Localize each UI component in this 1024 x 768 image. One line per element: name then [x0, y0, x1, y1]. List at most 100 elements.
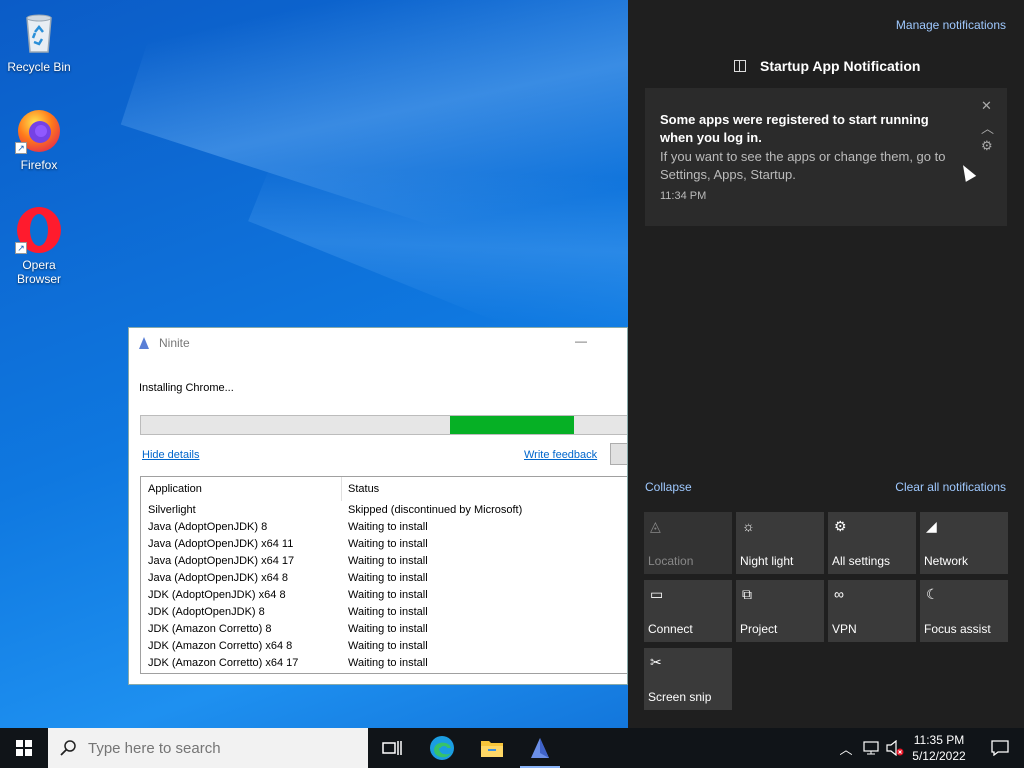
taskbar-file-explorer[interactable] [468, 728, 516, 768]
write-feedback-link[interactable]: Write feedback [524, 449, 597, 461]
quick-action-label: All settings [832, 554, 891, 568]
start-button[interactable] [0, 728, 48, 768]
clock-time: 11:35 PM [913, 733, 965, 747]
opera-icon: ↗ [15, 206, 63, 254]
notification-toast[interactable]: Some apps were registered to start runni… [645, 88, 1007, 226]
table-row[interactable]: Java (AdoptOpenJDK) 8 Waiting to install [141, 521, 627, 538]
task-view-button[interactable] [368, 728, 416, 768]
table-row[interactable]: JDK (Amazon Corretto) x64 8 Waiting to in… [141, 640, 627, 657]
edge-icon [430, 736, 454, 760]
details-table: Application Status Silverlight Skipped (d… [140, 476, 627, 674]
close-icon[interactable]: ✕ [981, 98, 992, 114]
row-application: JDK (Amazon Corretto) x64 8 [148, 640, 293, 652]
quick-action-label: Focus assist [924, 622, 991, 636]
quick-action-night-light[interactable]: ☼ Night light [736, 512, 824, 574]
quick-action-project[interactable]: ⧉ Project [736, 580, 824, 642]
desktop-icon-label: Opera Browser [16, 258, 61, 286]
table-row[interactable]: Java (AdoptOpenJDK) x64 8 Waiting to inst… [141, 572, 627, 589]
night-light-icon: ☼ [742, 518, 755, 534]
table-row[interactable]: JDK (Amazon Corretto) 8 Waiting to instal… [141, 623, 627, 640]
desktop-icon-opera[interactable]: ↗ Opera Browser [0, 206, 78, 286]
quick-action-vpn[interactable]: ∞ VPN [828, 580, 916, 642]
row-status: Waiting to install [348, 572, 428, 584]
chevron-up-icon[interactable]: ︿ [981, 118, 994, 137]
quick-action-label: Location [648, 554, 694, 568]
desktop-icon-firefox[interactable]: ↗ Firefox [0, 106, 78, 172]
shortcut-arrow-icon: ↗ [15, 242, 27, 254]
cancel-button[interactable] [610, 443, 627, 465]
table-row[interactable]: JDK (AdoptOpenJDK) x64 8 Waiting to insta… [141, 589, 627, 606]
quick-action-label: VPN [832, 622, 857, 636]
table-row[interactable]: Java (AdoptOpenJDK) x64 11 Waiting to ins… [141, 538, 627, 555]
quick-action-connect[interactable]: ▭ Connect [644, 580, 732, 642]
chevron-up-icon: ︿ [839, 741, 853, 757]
taskbar-search-box[interactable] [48, 728, 368, 768]
desktop-icon-recycle-bin[interactable]: Recycle Bin [0, 8, 78, 74]
network-tray-icon [863, 741, 879, 755]
location-icon: ◬ [650, 518, 661, 534]
show-hidden-icons-button[interactable]: ︿ [836, 728, 856, 768]
taskbar-ninite[interactable] [516, 728, 564, 768]
gear-icon[interactable]: ⚙ [981, 138, 993, 154]
quick-action-focus-assist[interactable]: ☾ Focus assist [920, 580, 1008, 642]
row-status: Waiting to install [348, 589, 428, 601]
notification-group-title: Startup App Notification [734, 58, 920, 74]
taskbar-edge[interactable] [418, 728, 466, 768]
row-application: Java (AdoptOpenJDK) x64 8 [148, 572, 289, 584]
clear-all-notifications-link[interactable]: Clear all notifications [895, 480, 1006, 494]
manage-notifications-link[interactable]: Manage notifications [896, 18, 1006, 32]
quick-action-location[interactable]: ◬ Location [644, 512, 732, 574]
action-center-button[interactable] [976, 728, 1024, 768]
row-application: JDK (Amazon Corretto) x64 17 [148, 657, 299, 669]
clock-date: 5/12/2022 [912, 749, 966, 763]
row-application: Java (AdoptOpenJDK) 8 [148, 521, 268, 533]
quick-action-screen-snip[interactable]: ✂ Screen snip [644, 648, 732, 710]
row-application: JDK (Amazon Corretto) 8 [148, 623, 272, 635]
row-status: Waiting to install [348, 521, 428, 533]
screen-snip-icon: ✂ [650, 654, 662, 670]
row-status: Waiting to install [348, 657, 428, 669]
ninite-logo-icon [139, 337, 149, 349]
network-icon: ◢ [926, 518, 937, 534]
toast-body: If you want to see the apps or change th… [660, 149, 946, 182]
taskbar: ︿ 11:35 PM 5/12/2022 [0, 728, 1024, 768]
taskbar-clock[interactable]: 11:35 PM 5/12/2022 [904, 732, 974, 764]
ninite-icon [531, 738, 549, 758]
toast-time: 11:34 PM [660, 190, 707, 202]
column-header-application[interactable]: Application [148, 483, 202, 495]
firefox-icon: ↗ [15, 106, 63, 154]
row-status: Waiting to install [348, 640, 428, 652]
task-view-icon [382, 741, 402, 755]
minimize-button[interactable]: — [575, 334, 587, 348]
column-header-status[interactable]: Status [348, 483, 379, 495]
desktop-icon-label: Recycle Bin [7, 60, 71, 74]
row-application: JDK (AdoptOpenJDK) x64 8 [148, 589, 286, 601]
table-row[interactable]: JDK (AdoptOpenJDK) 8 Waiting to install [141, 606, 627, 623]
hide-details-link[interactable]: Hide details [142, 449, 199, 461]
app-group-icon [734, 60, 746, 72]
row-status: Waiting to install [348, 538, 428, 550]
folder-icon [481, 741, 503, 757]
quick-action-label: Screen snip [648, 690, 712, 704]
network-tray-button[interactable] [860, 728, 882, 768]
row-application: Java (AdoptOpenJDK) x64 11 [148, 538, 294, 550]
quick-action-label: Connect [648, 622, 693, 636]
focus-assist-icon: ☾ [926, 586, 939, 602]
quick-action-all-settings[interactable]: ⚙ All settings [828, 512, 916, 574]
action-center: Manage notifications Startup App Notific… [628, 0, 1024, 728]
quick-action-label: Project [740, 622, 778, 636]
volume-tray-button[interactable] [884, 728, 906, 768]
collapse-link[interactable]: Collapse [645, 480, 692, 494]
windows-logo-icon [16, 740, 32, 756]
row-status: Skipped (discontinued by Microsoft) [348, 504, 523, 516]
recycle-bin-icon [15, 8, 63, 56]
quick-action-network[interactable]: ◢ Network [920, 512, 1008, 574]
table-row[interactable]: Java (AdoptOpenJDK) x64 17 Waiting to ins… [141, 555, 627, 572]
ninite-titlebar[interactable]: Ninite [129, 328, 627, 358]
search-input[interactable] [88, 739, 348, 757]
settings-icon: ⚙ [834, 518, 847, 534]
table-row[interactable]: JDK (Amazon Corretto) x64 17 Waiting to i… [141, 657, 627, 674]
row-status: Waiting to install [348, 606, 428, 618]
table-row[interactable]: Silverlight Skipped (discontinued by Micr… [141, 504, 627, 521]
volume-muted-icon [886, 740, 904, 756]
